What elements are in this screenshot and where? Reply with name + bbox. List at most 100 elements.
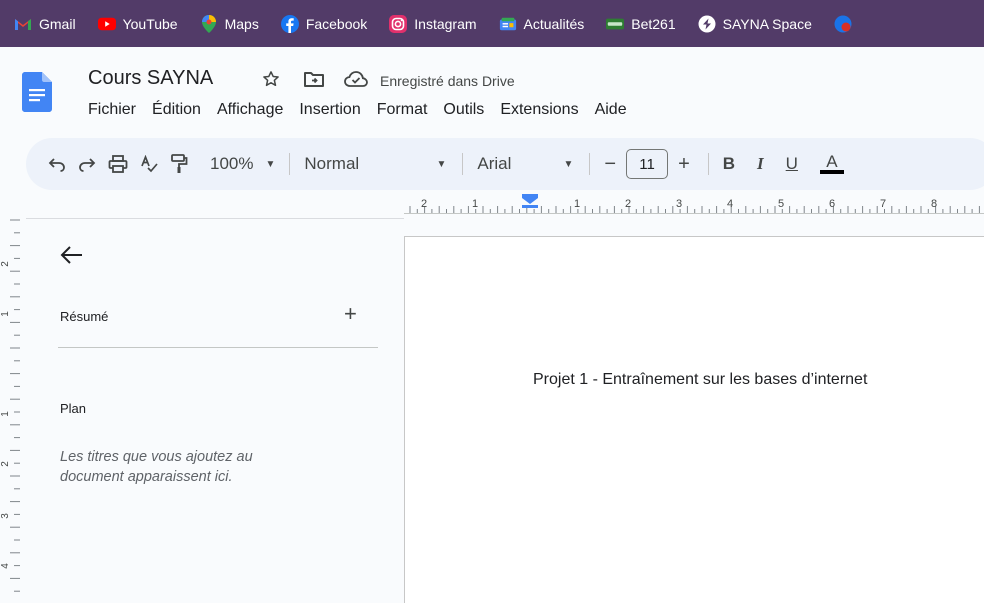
bookmark-label: Facebook: [305, 15, 368, 32]
zoom-dropdown[interactable]: 100% ▼: [210, 154, 275, 174]
add-summary-button[interactable]: +: [344, 303, 357, 325]
paragraph-style-value: Normal: [304, 154, 360, 173]
move-to-folder-icon[interactable]: [304, 69, 324, 89]
gmail-icon: [14, 16, 32, 32]
print-icon[interactable]: [108, 155, 128, 173]
ruler-label: 6: [829, 198, 835, 210]
document-page[interactable]: Projet 1 - Entraînement sur les bases d’…: [404, 236, 984, 603]
menu-bar: Fichier Édition Affichage Insertion Form…: [88, 101, 643, 119]
youtube-icon: [97, 16, 116, 32]
outline-heading: Plan: [60, 401, 87, 416]
paint-format-icon[interactable]: [170, 154, 188, 174]
bookmark-gmail[interactable]: Gmail: [14, 16, 76, 32]
chevron-down-icon: ▼: [265, 158, 276, 170]
bookmark-label: Instagram: [414, 15, 477, 32]
star-icon[interactable]: [262, 69, 280, 89]
menu-format[interactable]: Format: [377, 101, 428, 119]
redo-icon[interactable]: [78, 156, 96, 172]
vertical-ruler[interactable]: 2 1 1 2 3 4: [0, 214, 22, 603]
facebook-icon: [280, 14, 299, 33]
spellcheck-icon[interactable]: [140, 155, 158, 173]
toolbar-divider: [462, 153, 464, 175]
bookmark-label: Maps: [224, 15, 259, 32]
sidebar-divider: [58, 347, 378, 348]
bookmark-label: Gmail: [39, 15, 76, 32]
bookmark-sayna-space[interactable]: SAYNA Space: [698, 15, 812, 32]
menu-aide[interactable]: Aide: [595, 101, 627, 119]
bookmark-maps[interactable]: Maps: [200, 14, 259, 33]
bookmark-icon: [834, 15, 852, 32]
instagram-icon: [389, 14, 408, 33]
ruler-label: 1: [0, 311, 11, 317]
bookmark-facebook[interactable]: Facebook: [280, 14, 368, 33]
ruler-label: 1: [574, 198, 580, 210]
toolbar-divider: [589, 153, 591, 175]
bookmark-youtube[interactable]: YouTube: [97, 15, 178, 32]
document-title[interactable]: Cours SAYNA: [88, 67, 213, 90]
font-family-dropdown[interactable]: Arial ▼: [477, 154, 573, 174]
italic-button[interactable]: I: [757, 154, 764, 174]
ruler-label: 2: [0, 261, 11, 267]
document-body-text[interactable]: Projet 1 - Entraînement sur les bases d’…: [533, 371, 867, 389]
font-family-value: Arial: [477, 154, 512, 173]
text-color-button[interactable]: A: [819, 152, 844, 174]
summary-heading: Résumé: [60, 309, 109, 324]
menu-insertion[interactable]: Insertion: [299, 101, 360, 119]
ruler-labels: 2 1 1 2 3 4 5 6 7 8: [421, 198, 937, 210]
underline-button[interactable]: U: [786, 154, 798, 174]
text-color-letter: A: [826, 152, 838, 171]
menu-outils[interactable]: Outils: [443, 101, 484, 119]
news-icon: [499, 16, 517, 32]
ruler-label: 4: [727, 198, 733, 210]
menu-affichage[interactable]: Affichage: [217, 101, 283, 119]
decrease-font-size-button[interactable]: −: [604, 153, 616, 176]
ruler-label: 2: [0, 461, 11, 467]
ruler-label: 4: [0, 563, 11, 569]
font-size-input[interactable]: 11: [626, 149, 669, 179]
cloud-saved-icon[interactable]: [344, 69, 368, 89]
paragraph-style-dropdown[interactable]: Normal ▼: [304, 154, 446, 174]
ruler-label: 3: [676, 198, 682, 210]
save-status[interactable]: Enregistré dans Drive: [380, 73, 515, 89]
bookmark-instagram[interactable]: Instagram: [389, 14, 477, 33]
bet261-icon: [606, 16, 625, 32]
ruler-label: 1: [0, 411, 11, 417]
docs-header: Cours SAYNA Enregistré dans Drive Fichie…: [0, 47, 984, 133]
increase-font-size-button[interactable]: +: [678, 153, 690, 176]
arrow-back-icon[interactable]: [60, 245, 84, 265]
bookmark-truncated[interactable]: [834, 15, 859, 32]
ruler-label: 8: [931, 198, 937, 210]
menu-extensions[interactable]: Extensions: [500, 101, 578, 119]
toolbar-divider: [289, 153, 291, 175]
ruler-ticks: [409, 206, 980, 213]
menu-edition[interactable]: Édition: [152, 101, 201, 119]
ruler-label: 7: [880, 198, 886, 210]
horizontal-ruler[interactable]: 2 1 1 2 3 4 5 6 7 8: [404, 192, 984, 214]
zoom-value: 100%: [210, 154, 254, 173]
indent-bar[interactable]: [522, 205, 538, 208]
bookmark-actualites[interactable]: Actualités: [499, 15, 585, 32]
ruler-labels: 2 1 1 2 3 4: [0, 261, 11, 569]
sayna-icon: [698, 15, 716, 32]
text-color-swatch: [819, 170, 844, 174]
menu-fichier[interactable]: Fichier: [88, 101, 136, 119]
chevron-down-icon: ▼: [563, 158, 574, 170]
indent-marker-icon[interactable]: [522, 194, 538, 204]
toolbar-divider: [707, 153, 709, 175]
bookmark-label: Actualités: [523, 15, 585, 32]
ruler-ticks: [10, 219, 20, 592]
ruler-label: 5: [778, 198, 784, 210]
bookmark-bet261[interactable]: Bet261: [606, 16, 676, 32]
maps-icon: [200, 14, 218, 33]
ruler-label: 2: [625, 198, 631, 210]
formatting-toolbar: 100% ▼ Normal ▼ Arial ▼ − 11 + B I U A: [26, 138, 984, 190]
document-outline-sidebar: Résumé + Plan Les titres que vous ajoute…: [26, 218, 404, 603]
google-docs-logo-icon[interactable]: [22, 72, 52, 112]
ruler-label: 1: [472, 198, 478, 210]
bookmark-label: YouTube: [122, 15, 178, 32]
outline-empty-hint: Les titres que vous ajoutez au document …: [60, 449, 253, 485]
undo-icon[interactable]: [48, 156, 66, 172]
bold-button[interactable]: B: [723, 154, 735, 174]
ruler-label: 3: [0, 513, 11, 519]
bookmark-label: SAYNA Space: [722, 15, 812, 32]
